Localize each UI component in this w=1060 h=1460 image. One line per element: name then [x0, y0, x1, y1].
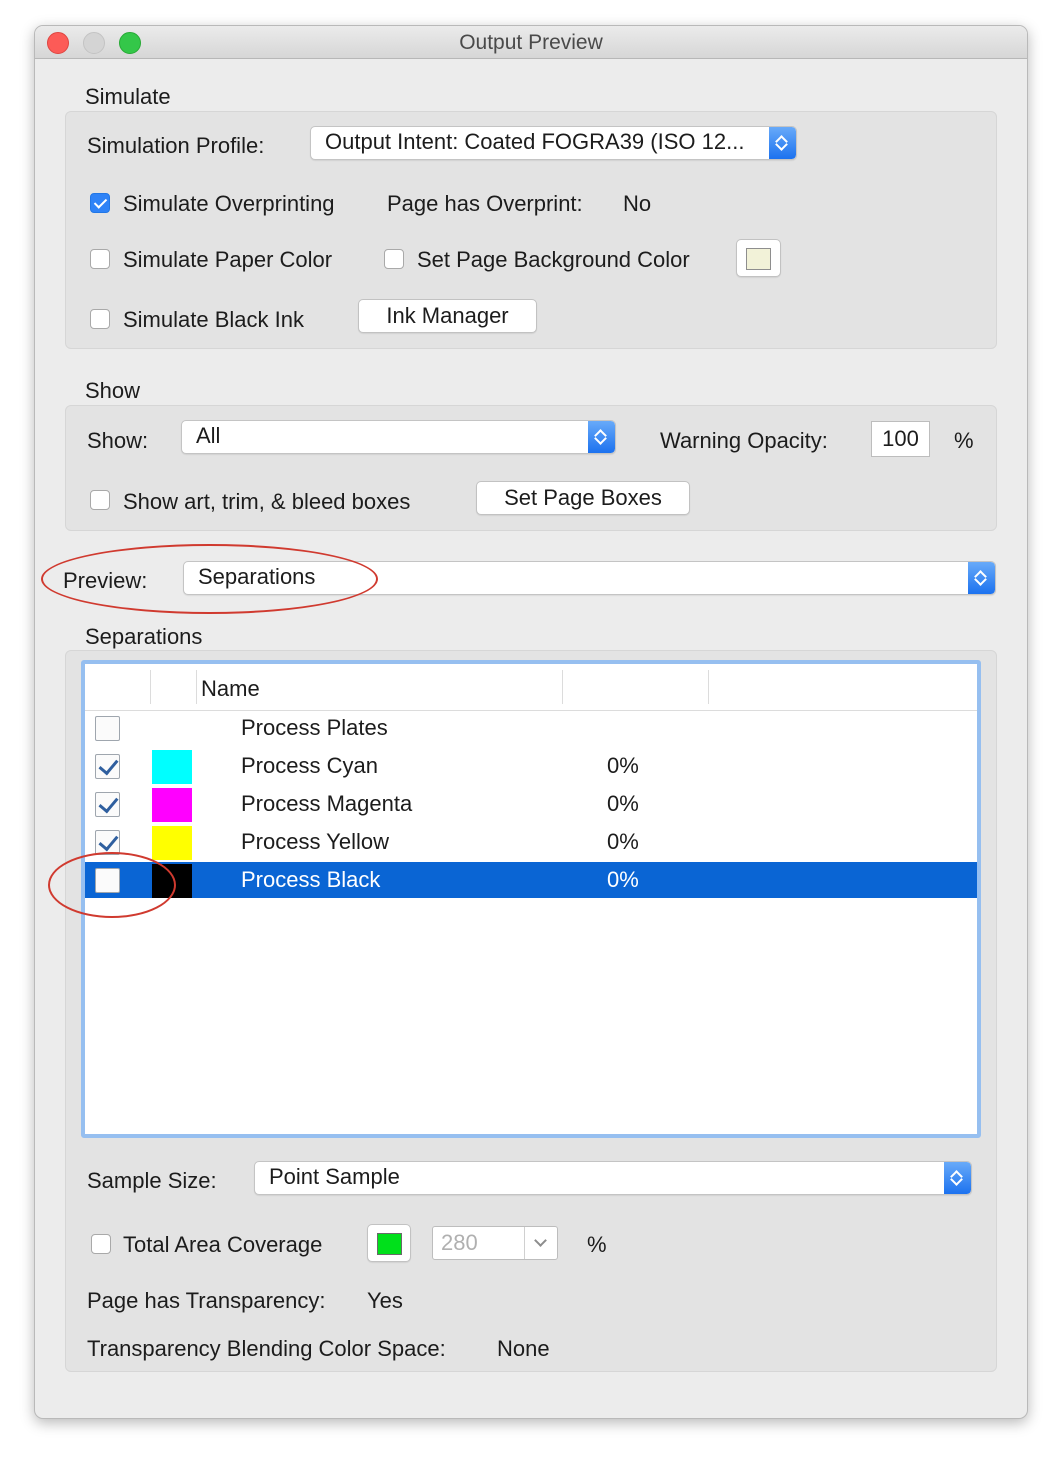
separation-name: Process Magenta	[241, 791, 413, 816]
sample-size-popup[interactable]: Point Sample	[254, 1161, 972, 1195]
black-swatch	[152, 864, 192, 898]
simulate-overprinting-label: Simulate Overprinting	[123, 191, 335, 216]
preview-label: Preview:	[63, 568, 148, 593]
show-boxes-checkbox[interactable]	[90, 490, 110, 510]
output-preview-window: Output Preview Simulate Simulation Profi…	[34, 25, 1028, 1419]
separation-row-process-plates[interactable]: Process Plates	[85, 710, 977, 746]
separations-list: Name Process Plates Process Cyan 0% Proc…	[81, 660, 981, 1138]
preview-value: Separations	[198, 564, 316, 589]
cyan-swatch	[152, 750, 192, 784]
separation-coverage: 0%	[607, 829, 639, 854]
column-separator	[708, 670, 709, 704]
set-page-boxes-button[interactable]: Set Page Boxes	[476, 481, 690, 515]
preview-popup[interactable]: Separations	[183, 561, 996, 595]
title-bar: Output Preview	[35, 26, 1027, 59]
separation-row-process-magenta[interactable]: Process Magenta 0%	[85, 786, 977, 822]
separation-checkbox[interactable]	[95, 716, 120, 741]
total-area-coverage-checkbox[interactable]	[91, 1234, 111, 1254]
page-background-swatch	[746, 248, 771, 270]
warning-opacity-input[interactable]: 100	[871, 421, 930, 457]
simulate-paper-color-label: Simulate Paper Color	[123, 247, 333, 272]
separation-coverage: 0%	[607, 791, 639, 816]
coverage-percent: %	[587, 1232, 607, 1257]
blending-color-space-value: None	[497, 1336, 550, 1361]
coverage-color-swatch	[377, 1233, 402, 1255]
column-separator	[150, 670, 151, 704]
page-has-overprint-value: No	[623, 191, 652, 216]
simulate-section-label: Simulate	[85, 84, 171, 109]
popup-stepper-icon	[944, 1162, 971, 1194]
separation-row-process-black[interactable]: Process Black 0%	[85, 862, 977, 898]
separation-coverage: 0%	[607, 753, 639, 778]
coverage-color-well[interactable]	[367, 1224, 411, 1262]
name-column-header[interactable]: Name	[201, 676, 260, 702]
simulation-profile-label: Simulation Profile:	[87, 133, 265, 158]
ink-manager-button[interactable]: Ink Manager	[358, 299, 537, 333]
separation-row-process-yellow[interactable]: Process Yellow 0%	[85, 824, 977, 860]
separation-name: Process Yellow	[241, 829, 389, 854]
warning-opacity-percent: %	[954, 428, 974, 453]
window-title: Output Preview	[459, 31, 603, 54]
simulation-profile-value: Output Intent: Coated FOGRA39 (ISO 12...	[325, 129, 745, 154]
show-label: Show:	[87, 428, 149, 453]
chevron-down-icon[interactable]	[524, 1227, 557, 1259]
set-page-background-label: Set Page Background Color	[417, 247, 690, 272]
separation-checkbox[interactable]	[95, 868, 120, 893]
show-section-label: Show	[85, 378, 141, 403]
popup-stepper-icon	[588, 421, 615, 453]
separation-name: Process Black	[241, 867, 381, 892]
coverage-combo-box[interactable]: 280	[432, 1226, 558, 1260]
show-boxes-label: Show art, trim, & bleed boxes	[123, 489, 411, 514]
show-popup[interactable]: All	[181, 420, 616, 454]
page-background-color-well[interactable]	[736, 239, 781, 277]
simulate-black-ink-label: Simulate Black Ink	[123, 307, 304, 332]
page-has-transparency-label: Page has Transparency:	[87, 1288, 326, 1313]
column-separator	[196, 670, 197, 704]
simulate-paper-color-checkbox[interactable]	[90, 249, 110, 269]
separation-checkbox[interactable]	[95, 792, 120, 817]
sample-size-value: Point Sample	[269, 1164, 400, 1189]
simulate-overprinting-checkbox[interactable]	[90, 193, 110, 213]
separation-coverage: 0%	[607, 867, 639, 892]
set-page-background-checkbox[interactable]	[384, 249, 404, 269]
separations-list-header: Name	[85, 664, 977, 711]
column-separator	[562, 670, 563, 704]
separation-name: Process Plates	[241, 715, 388, 740]
magenta-swatch	[152, 788, 192, 822]
separation-checkbox[interactable]	[95, 830, 120, 855]
simulate-group: Simulation Profile: Output Intent: Coate…	[65, 111, 997, 349]
separation-checkbox[interactable]	[95, 754, 120, 779]
separations-section-label: Separations	[85, 624, 203, 649]
coverage-value: 280	[441, 1230, 478, 1255]
separation-row-process-cyan[interactable]: Process Cyan 0%	[85, 748, 977, 784]
warning-opacity-label: Warning Opacity:	[660, 428, 828, 453]
yellow-swatch	[152, 826, 192, 860]
popup-stepper-icon	[968, 562, 995, 594]
total-area-coverage-label: Total Area Coverage	[123, 1232, 323, 1257]
popup-stepper-icon	[769, 127, 796, 159]
show-value: All	[196, 423, 221, 448]
show-group: Show: All Warning Opacity: 100 % Show ar…	[65, 405, 997, 531]
separation-name: Process Cyan	[241, 753, 378, 778]
sample-size-label: Sample Size:	[87, 1168, 217, 1193]
page-has-transparency-value: Yes	[367, 1288, 403, 1313]
page-has-overprint-label: Page has Overprint:	[387, 191, 583, 216]
blending-color-space-label: Transparency Blending Color Space:	[87, 1336, 446, 1361]
simulate-black-ink-checkbox[interactable]	[90, 309, 110, 329]
simulation-profile-popup[interactable]: Output Intent: Coated FOGRA39 (ISO 12...	[310, 126, 797, 160]
